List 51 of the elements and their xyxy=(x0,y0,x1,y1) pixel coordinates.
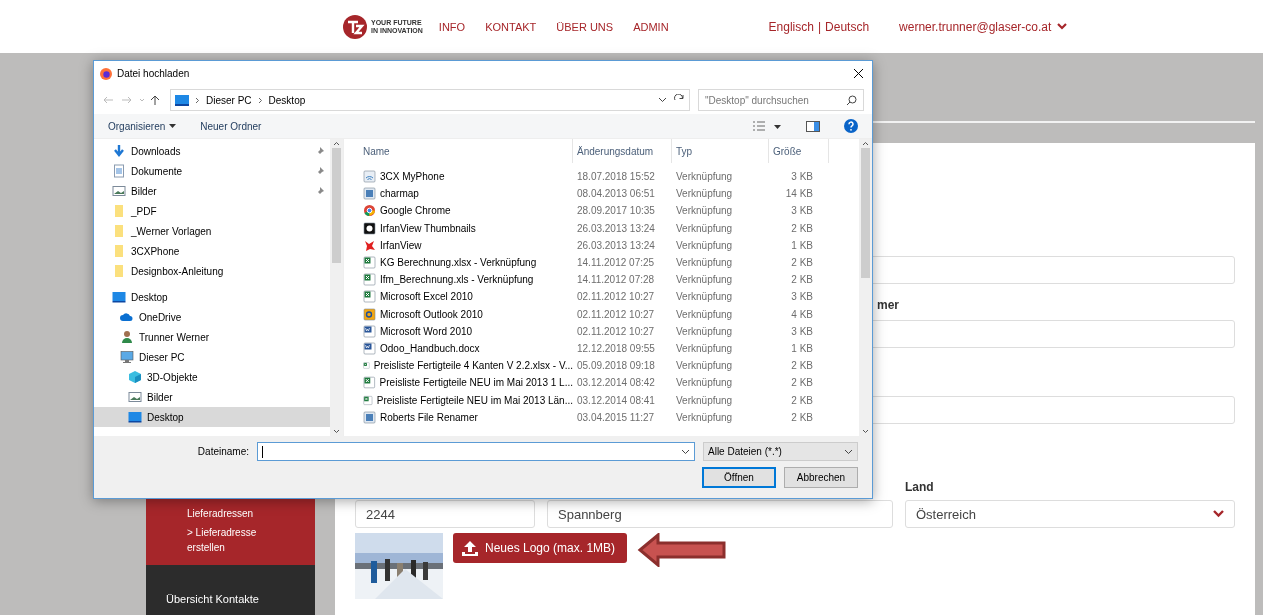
file-size: 2 KB xyxy=(790,256,814,271)
file-size: 2 KB xyxy=(790,273,814,288)
file-date: 02.11.2012 10:27 xyxy=(576,324,656,339)
file-type: Verknüpfung xyxy=(675,410,734,425)
file-date: 28.09.2017 10:35 xyxy=(576,204,656,219)
file-type: Verknüpfung xyxy=(675,324,734,339)
file-type: Verknüpfung xyxy=(675,393,734,408)
file-date: 03.04.2015 11:27 xyxy=(576,410,656,425)
file-size: 14 KB xyxy=(784,187,814,202)
file-size: 3 KB xyxy=(790,290,814,305)
file-type: Verknüpfung xyxy=(675,359,734,374)
file-size: 3 KB xyxy=(790,170,814,185)
file-date: 14.11.2012 07:25 xyxy=(576,256,656,271)
file-size: 2 KB xyxy=(790,359,814,374)
field-label: Land xyxy=(905,480,935,494)
file-date: 18.07.2018 15:52 xyxy=(576,170,656,185)
file-date: 08.04.2013 06:51 xyxy=(576,187,656,202)
file-type: Verknüpfung xyxy=(675,307,734,322)
filename-label: Dateiname: xyxy=(197,446,249,457)
file-type: Verknüpfung xyxy=(675,341,734,356)
file-date: 03.12.2014 08:41 xyxy=(576,393,656,408)
file-size: 2 KB xyxy=(790,221,814,236)
file-size: 2 KB xyxy=(790,376,814,391)
file-size: 2 KB xyxy=(790,410,814,425)
file-date: 26.03.2013 13:24 xyxy=(576,238,656,253)
file-date: 05.09.2018 09:18 xyxy=(576,359,656,374)
file-type: Verknüpfung xyxy=(675,221,734,236)
dialog-title: Datei hochladen xyxy=(117,68,191,79)
file-date: 14.11.2012 07:28 xyxy=(576,273,656,288)
file-size: 4 KB xyxy=(790,307,814,322)
file-type: Verknüpfung xyxy=(675,238,734,253)
file-size: 1 KB xyxy=(790,238,814,253)
field-label: mer xyxy=(877,298,899,312)
file-type: Verknüpfung xyxy=(675,376,734,391)
file-date: 26.03.2013 13:24 xyxy=(576,221,656,236)
file-type: Verknüpfung xyxy=(675,290,734,305)
file-size: 3 KB xyxy=(790,324,814,339)
file-date: 02.11.2012 10:27 xyxy=(576,290,656,305)
file-type: Verknüpfung xyxy=(675,204,734,219)
file-size: 2 KB xyxy=(790,393,814,408)
file-type: Verknüpfung xyxy=(675,187,734,202)
file-type: Verknüpfung xyxy=(675,256,734,271)
file-date: 12.12.2018 09:55 xyxy=(576,341,656,356)
file-date: 02.11.2012 10:27 xyxy=(576,307,656,322)
file-type: Verknüpfung xyxy=(675,273,734,288)
file-size: 3 KB xyxy=(790,204,814,219)
sidebar-title: Übersicht Kontakte xyxy=(166,593,260,605)
file-size: 1 KB xyxy=(790,341,814,356)
separator: | xyxy=(817,19,822,34)
file-type: Verknüpfung xyxy=(675,170,734,185)
file-date: 03.12.2014 08:42 xyxy=(576,376,656,391)
